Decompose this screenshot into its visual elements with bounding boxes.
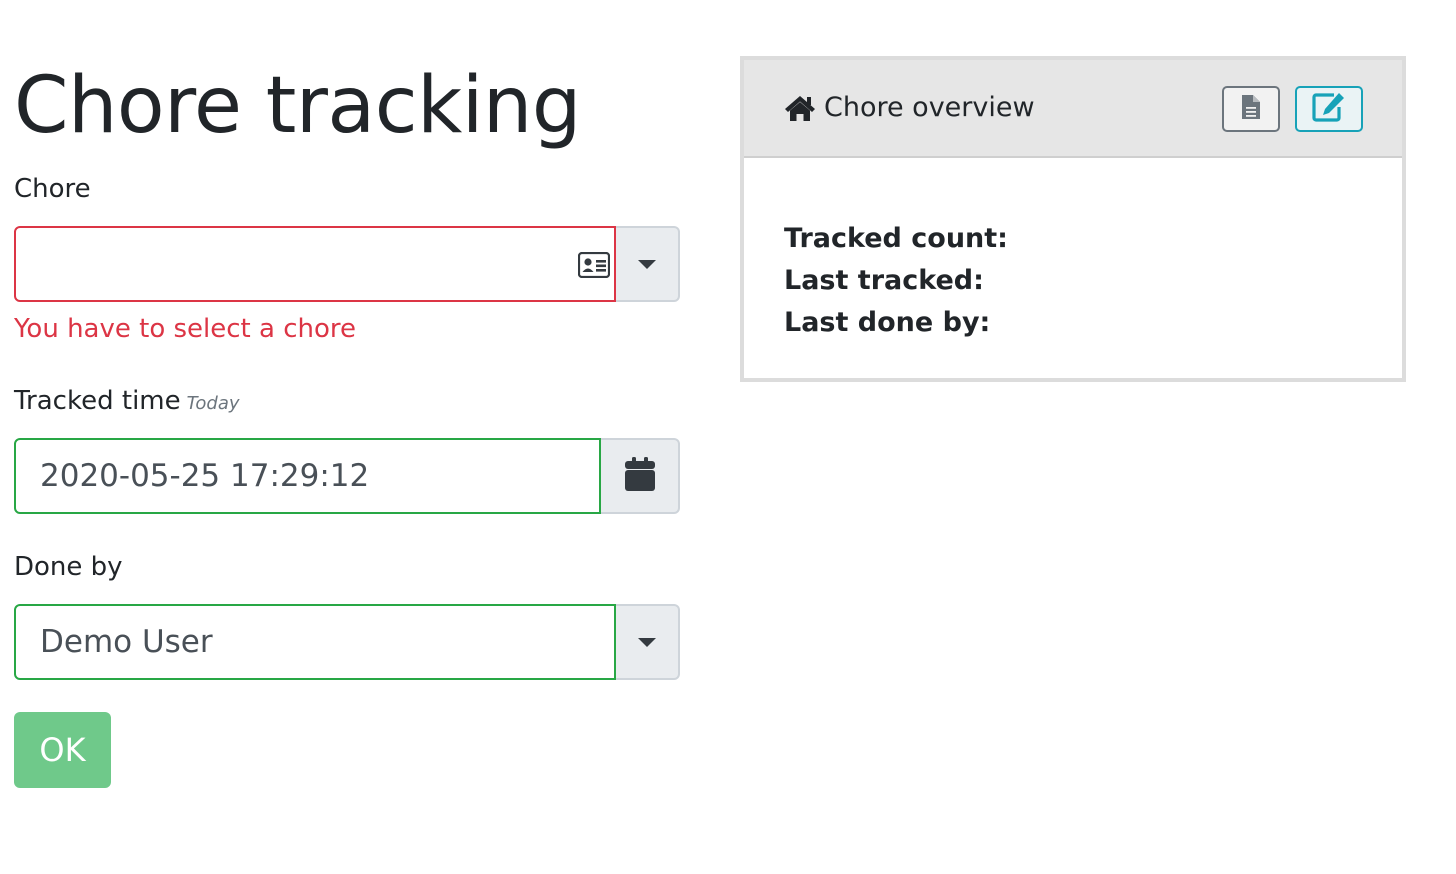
journal-button[interactable] xyxy=(1222,86,1280,132)
card-title: Chore overview xyxy=(784,90,1035,126)
chore-tracking-page: Chore tracking Chore You have to select … xyxy=(0,0,1456,874)
home-icon xyxy=(784,94,816,122)
chore-dropdown-toggle[interactable] xyxy=(616,226,680,302)
chore-overview-card: Chore overview Tracked count: Last track… xyxy=(740,56,1406,382)
chore-label: Chore xyxy=(14,174,91,204)
last-done-by-label: Last done by: xyxy=(784,307,991,338)
tracked-count-label: Tracked count: xyxy=(784,223,1008,254)
tracked-time-label-text: Tracked time xyxy=(14,386,181,416)
chevron-down-icon xyxy=(638,637,656,647)
edit-button[interactable] xyxy=(1295,86,1363,132)
done-by-dropdown-toggle[interactable] xyxy=(616,604,680,680)
edit-icon xyxy=(1312,92,1346,126)
tracked-time-hint: Today xyxy=(186,393,240,414)
card-header: Chore overview xyxy=(744,60,1402,158)
id-card-icon xyxy=(577,250,611,286)
tracked-time-value: 2020-05-25 17:29:12 xyxy=(40,458,370,494)
card-body: Tracked count: Last tracked: Last done b… xyxy=(784,218,1008,344)
page-title: Chore tracking xyxy=(14,61,581,151)
chore-input[interactable] xyxy=(14,226,616,302)
calendar-icon xyxy=(624,457,655,495)
ok-button[interactable]: OK xyxy=(14,712,111,788)
file-icon xyxy=(1241,94,1261,124)
tracked-time-group: 2020-05-25 17:29:12 xyxy=(14,438,680,514)
done-by-label: Done by xyxy=(14,552,123,582)
last-tracked-label: Last tracked: xyxy=(784,265,984,296)
done-by-value: Demo User xyxy=(40,624,213,660)
chore-select-group xyxy=(14,226,680,302)
done-by-select-group: Demo User xyxy=(14,604,680,680)
tracked-time-input[interactable]: 2020-05-25 17:29:12 xyxy=(14,438,601,514)
chore-error-message: You have to select a chore xyxy=(14,314,357,344)
tracked-time-label: Tracked time Today xyxy=(14,385,240,420)
card-title-text: Chore overview xyxy=(824,92,1035,123)
done-by-select[interactable]: Demo User xyxy=(14,604,616,680)
calendar-button[interactable] xyxy=(601,438,680,514)
chevron-down-icon xyxy=(638,259,656,269)
